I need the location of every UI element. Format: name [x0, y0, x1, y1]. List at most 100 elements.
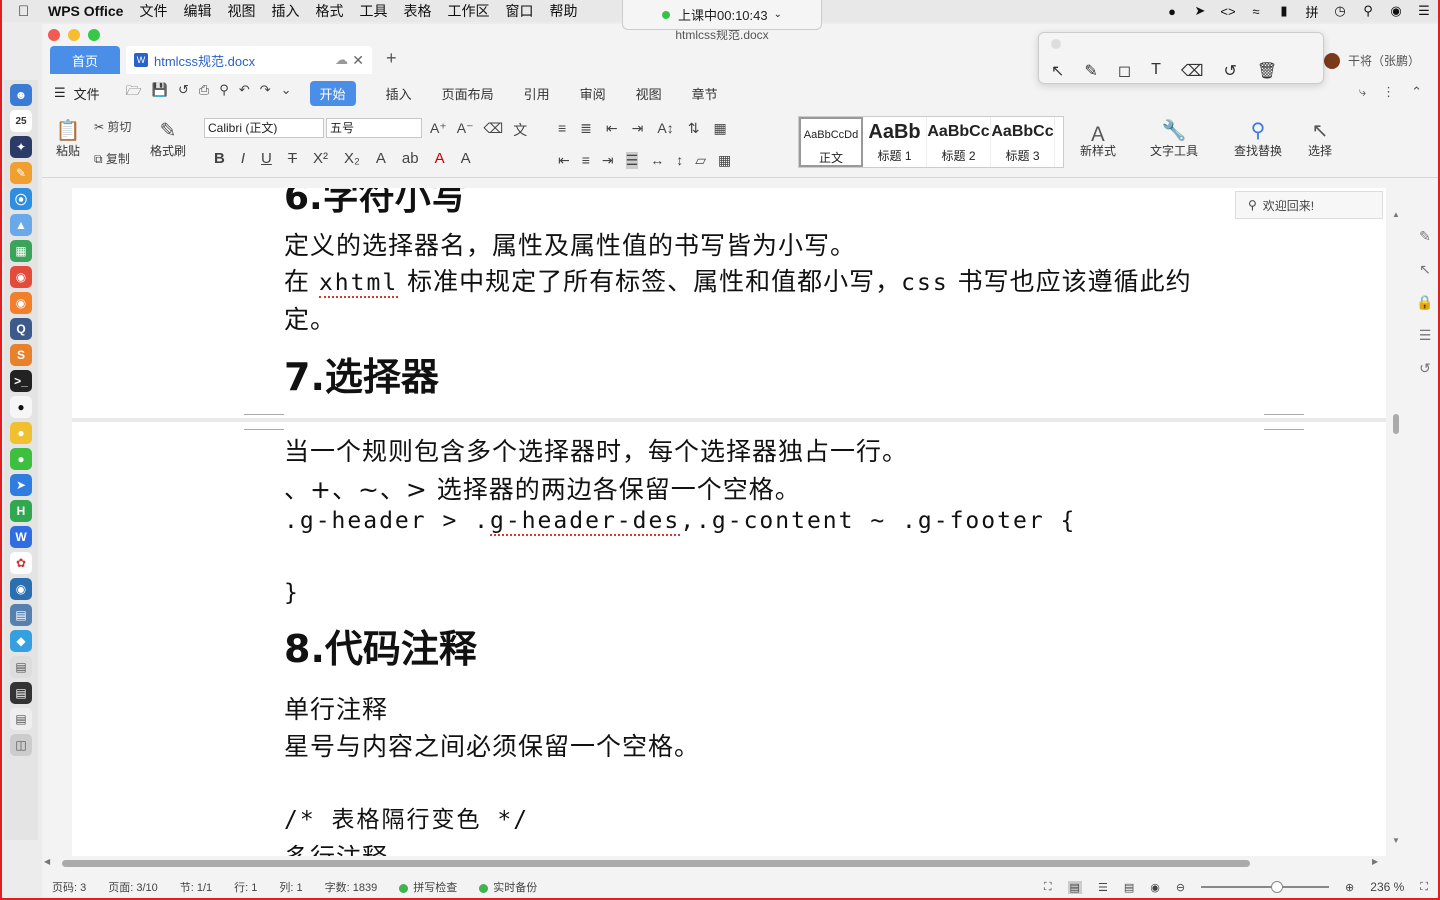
- xcode-icon[interactable]: ◆: [10, 630, 32, 652]
- chrome-icon[interactable]: ◉: [10, 266, 32, 288]
- file-menu[interactable]: ☰ 文件: [54, 84, 100, 103]
- battery-icon[interactable]: ▮: [1276, 3, 1292, 19]
- feishu-icon[interactable]: ➤: [10, 474, 32, 496]
- tab-view[interactable]: 视图: [636, 84, 662, 103]
- wifi-icon[interactable]: ≈: [1248, 4, 1264, 19]
- chevron-down-icon[interactable]: ⌄: [774, 9, 782, 20]
- align-right-icon[interactable]: ⇥: [602, 152, 614, 169]
- shrink-font-icon[interactable]: A⁻: [457, 120, 474, 140]
- tab-review[interactable]: 审阅: [580, 84, 606, 103]
- menu-window[interactable]: 窗口: [505, 1, 533, 21]
- preview-icon[interactable]: ▤: [10, 604, 32, 626]
- menu-format[interactable]: 格式: [315, 1, 343, 21]
- scroll-left-icon[interactable]: ◀: [44, 857, 50, 866]
- finder-icon[interactable]: ☻: [10, 84, 32, 106]
- text-icon[interactable]: T: [1151, 61, 1161, 81]
- calendar-icon[interactable]: 25: [10, 110, 32, 132]
- scroll-right-icon[interactable]: ▶: [1372, 857, 1378, 866]
- history-icon[interactable]: ↺: [1419, 360, 1431, 377]
- pointer-icon[interactable]: ↖: [1419, 261, 1431, 278]
- menu-table[interactable]: 表格: [403, 1, 431, 21]
- sliders-icon[interactable]: ☰: [1419, 327, 1432, 344]
- undo-icon[interactable]: ↺: [1224, 61, 1237, 81]
- paste-button[interactable]: 📋 粘贴: [50, 118, 86, 159]
- notification-icon[interactable]: ☰: [1416, 3, 1432, 19]
- highlight-icon[interactable]: ab: [402, 150, 419, 167]
- chick-icon[interactable]: ●: [10, 422, 32, 444]
- underline-icon[interactable]: U: [261, 150, 272, 167]
- borders-icon[interactable]: ▦: [718, 152, 731, 169]
- menu-workspace[interactable]: 工作区: [447, 1, 489, 21]
- horizontal-scrollbar[interactable]: ◀ ▶: [42, 856, 1388, 870]
- decrease-indent-icon[interactable]: ⇤: [606, 120, 618, 137]
- justify-icon[interactable]: ☰: [625, 152, 639, 169]
- cut-button[interactable]: ✂ 剪切: [94, 118, 131, 135]
- qq-icon[interactable]: ●: [10, 396, 32, 418]
- strikethrough-icon[interactable]: T: [288, 150, 297, 167]
- share-icon[interactable]: ⤷: [1359, 84, 1366, 100]
- print-icon[interactable]: ⎙: [199, 82, 209, 104]
- backup-toggle[interactable]: 实时备份: [479, 879, 537, 895]
- undo-icon[interactable]: ↶: [239, 82, 250, 104]
- siri-icon[interactable]: ◉: [1388, 3, 1404, 19]
- numbers-icon[interactable]: ▦: [10, 240, 32, 262]
- menu-view[interactable]: 视图: [227, 1, 255, 21]
- zoom-in-icon[interactable]: ⊕: [1345, 881, 1354, 894]
- screen-record-icon[interactable]: ◉: [10, 578, 32, 600]
- keynote-icon[interactable]: ▲: [10, 214, 32, 236]
- close-tab-icon[interactable]: ✕: [352, 52, 364, 69]
- wps-icon[interactable]: W: [10, 526, 32, 548]
- focus-mode-icon[interactable]: ⛶: [1044, 881, 1052, 894]
- user-account[interactable]: 干将（张鹏）: [1323, 52, 1420, 69]
- menu-file[interactable]: 文件: [139, 1, 167, 21]
- web-view-icon[interactable]: ▤: [1124, 881, 1134, 894]
- scroll-down-icon[interactable]: ▼: [1392, 836, 1400, 845]
- terminal-icon[interactable]: >_: [10, 370, 32, 392]
- tab-start[interactable]: 开始: [309, 80, 356, 106]
- clear-format-icon[interactable]: ⌫: [483, 120, 503, 140]
- tab-insert[interactable]: 插入: [386, 84, 412, 103]
- new-tab-button[interactable]: +: [386, 48, 397, 69]
- find-replace-button[interactable]: ⚲ 查找替换: [1226, 118, 1290, 159]
- search-icon[interactable]: ⚲: [1360, 3, 1376, 19]
- scroll-thumb[interactable]: [62, 860, 1250, 867]
- page-view-icon[interactable]: ▤: [1067, 880, 1082, 894]
- save-icon[interactable]: 💾: [152, 82, 168, 104]
- copy-button[interactable]: ⧉ 复制: [94, 150, 130, 167]
- text-effect-icon[interactable]: A: [376, 150, 386, 167]
- rectangle-icon[interactable]: ◻: [1118, 61, 1131, 81]
- status-pages[interactable]: 页面: 3/10: [108, 879, 158, 895]
- char-shading-icon[interactable]: A: [461, 150, 471, 167]
- menu-tools[interactable]: 工具: [359, 1, 387, 21]
- align-center-icon[interactable]: ≡: [582, 152, 590, 169]
- zoom-slider[interactable]: [1201, 881, 1330, 893]
- class-timer[interactable]: 上课中00:10:43 ⌄: [622, 0, 822, 30]
- zoom-slider-knob[interactable]: [1270, 881, 1283, 893]
- status-column[interactable]: 列: 1: [279, 879, 302, 895]
- outline-view-icon[interactable]: ☰: [1098, 881, 1108, 894]
- app-name[interactable]: WPS Office: [48, 3, 123, 19]
- zoom-out-icon[interactable]: ⊖: [1176, 881, 1185, 894]
- fullscreen-icon[interactable]: ⛶: [1420, 881, 1428, 894]
- tab-home[interactable]: 首页: [50, 46, 120, 74]
- scroll-thumb[interactable]: [1393, 414, 1399, 434]
- quicktime-icon[interactable]: Q: [10, 318, 32, 340]
- record-icon[interactable]: ●: [1164, 4, 1180, 19]
- status-page-number[interactable]: 页码: 3: [52, 879, 86, 895]
- vertical-scrollbar[interactable]: ▲ ▼: [1388, 188, 1404, 856]
- font-name-select[interactable]: Calibri (正文): [204, 118, 324, 138]
- wechat-icon[interactable]: ●: [10, 448, 32, 470]
- more-options-icon[interactable]: ⋮: [1382, 84, 1395, 100]
- font-color-icon[interactable]: A: [435, 150, 445, 167]
- safari-icon[interactable]: ⦿: [10, 188, 32, 210]
- page[interactable]: 6.字符小写 定义的选择器名，属性及属性值的书写皆为小写。 在 xhtml 标准…: [72, 188, 1386, 418]
- sublime-icon[interactable]: S: [10, 344, 32, 366]
- mindmap-icon[interactable]: ✿: [10, 552, 32, 574]
- status-row[interactable]: 行: 1: [234, 879, 257, 895]
- redo-icon[interactable]: ↷: [260, 82, 271, 104]
- collapse-ribbon-icon[interactable]: ⌃: [1411, 84, 1422, 100]
- input-method-icon[interactable]: 拼: [1304, 2, 1320, 21]
- tab-document[interactable]: W htmlcss规范.docx ☁ ✕: [126, 46, 372, 74]
- status-word-count[interactable]: 字数: 1839: [325, 879, 378, 895]
- bullets-icon[interactable]: ≡: [558, 120, 566, 137]
